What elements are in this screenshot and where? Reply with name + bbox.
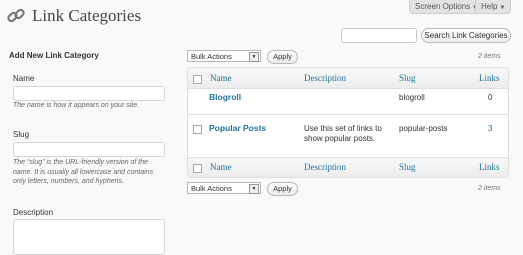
table-header: Name Description Slug Links bbox=[188, 68, 508, 88]
table-footer: Name Description Slug Links bbox=[188, 157, 508, 177]
divider bbox=[188, 157, 508, 158]
help-button[interactable]: Help ▼ bbox=[475, 0, 512, 14]
description-label: Description bbox=[13, 208, 54, 217]
category-link-count[interactable]: 3 bbox=[488, 124, 492, 133]
bulk-actions-select-top[interactable]: Bulk Actions ▼ bbox=[187, 50, 261, 62]
page-title: Link Categories bbox=[32, 6, 142, 25]
chevron-down-icon: ▼ bbox=[249, 184, 259, 194]
name-field[interactable] bbox=[13, 86, 165, 101]
add-category-heading: Add New Link Category bbox=[9, 51, 99, 60]
bulk-actions-label: Bulk Actions bbox=[191, 184, 232, 193]
category-slug: popular-posts bbox=[399, 124, 448, 133]
search-categories-button[interactable]: Search Link Categories bbox=[421, 28, 511, 43]
category-name-link[interactable]: Blogroll bbox=[209, 92, 241, 102]
column-name[interactable]: Name bbox=[210, 73, 232, 83]
item-count-top: 2 items bbox=[478, 53, 501, 60]
apply-button-bottom[interactable]: Apply bbox=[267, 182, 298, 196]
divider bbox=[188, 88, 508, 89]
slug-field[interactable] bbox=[13, 142, 165, 157]
row-checkbox[interactable] bbox=[193, 125, 202, 134]
column-links[interactable]: Links bbox=[479, 162, 500, 172]
search-input[interactable] bbox=[341, 28, 417, 43]
slug-label: Slug bbox=[13, 130, 30, 139]
help-label: Help bbox=[481, 2, 498, 11]
category-description: Use this set of links to show popular po… bbox=[304, 124, 382, 143]
screen-options-label: Screen Options bbox=[415, 2, 471, 11]
item-count-bottom: 2 items bbox=[478, 185, 501, 192]
description-field[interactable] bbox=[13, 219, 165, 255]
select-all-checkbox[interactable] bbox=[193, 164, 202, 173]
select-all-checkbox[interactable] bbox=[193, 75, 202, 84]
column-links[interactable]: Links bbox=[479, 73, 500, 83]
chevron-down-icon: ▼ bbox=[499, 5, 506, 11]
name-hint: The name is how it appears on your site. bbox=[13, 102, 140, 109]
column-slug[interactable]: Slug bbox=[399, 162, 416, 172]
category-slug: blogroll bbox=[399, 93, 425, 102]
bulk-actions-select-bottom[interactable]: Bulk Actions ▼ bbox=[187, 182, 261, 194]
slug-hint: The “slug” is the URL-friendly version o… bbox=[13, 159, 154, 185]
column-slug[interactable]: Slug bbox=[399, 73, 416, 83]
category-name-link[interactable]: Popular Posts bbox=[209, 123, 266, 133]
bulk-actions-label: Bulk Actions bbox=[191, 52, 232, 61]
category-link-count: 0 bbox=[488, 93, 493, 102]
column-description[interactable]: Description bbox=[304, 73, 346, 83]
chevron-down-icon: ▼ bbox=[249, 52, 259, 62]
apply-button-top[interactable]: Apply bbox=[267, 50, 298, 64]
column-description[interactable]: Description bbox=[304, 162, 346, 172]
name-label: Name bbox=[13, 74, 35, 83]
divider bbox=[188, 114, 508, 115]
column-name[interactable]: Name bbox=[210, 162, 232, 172]
categories-table: Name Description Slug Links Blogroll blo… bbox=[187, 67, 509, 178]
link-chain-icon bbox=[7, 8, 25, 23]
screen-options-button[interactable]: Screen Options▼ bbox=[409, 0, 485, 14]
